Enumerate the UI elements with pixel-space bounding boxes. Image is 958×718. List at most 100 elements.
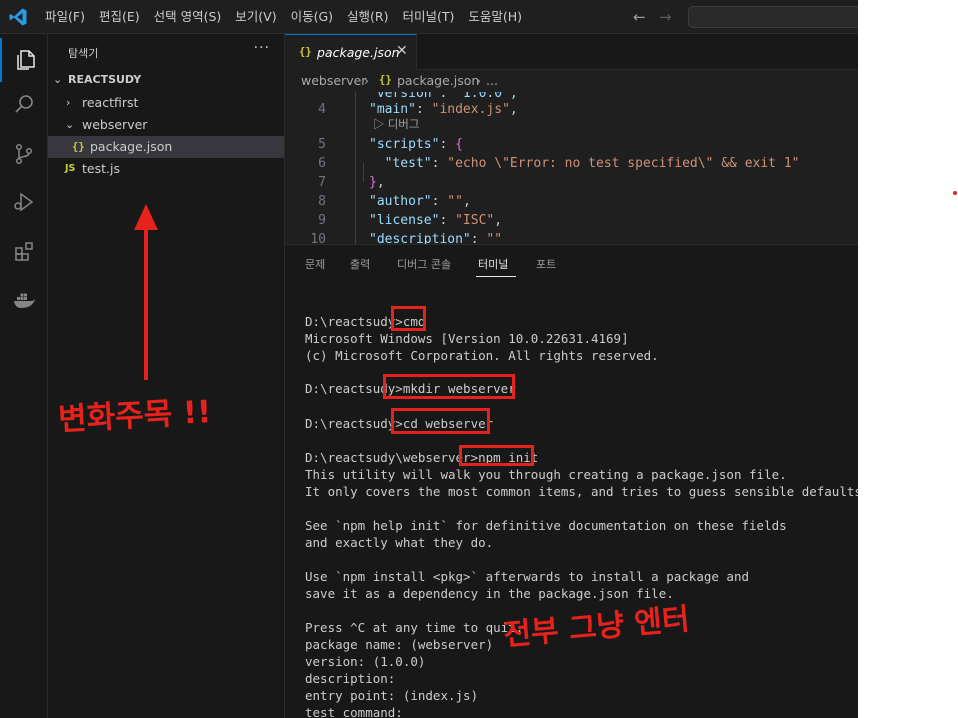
extensions-button[interactable]	[0, 229, 48, 273]
tree-file-package-json[interactable]: {} package.json	[48, 136, 284, 158]
tree-root-reactsudy[interactable]: ⌄ REACTSUDY	[48, 69, 284, 91]
code-line: 6 "test": "echo \"Error: no test specifi…	[285, 154, 858, 173]
back-arrow-icon[interactable]: ←	[633, 8, 646, 26]
highlight-box-mkdir	[383, 374, 515, 399]
forward-arrow-icon[interactable]: →	[659, 8, 672, 26]
code-text: "test": "echo \"Error: no test specified…	[369, 154, 800, 173]
highlight-box-cmd	[391, 306, 426, 331]
terminal-line: and exactly what they do.	[305, 535, 494, 550]
menu-view[interactable]: 보기(V)	[228, 0, 283, 34]
code-token: "description"	[369, 232, 471, 244]
tab-ports[interactable]: 포트	[536, 256, 556, 272]
code-token: :	[470, 232, 487, 244]
code-line: 9 "license": "ISC",	[285, 211, 858, 230]
menu-go[interactable]: 이동(G)	[284, 0, 340, 34]
code-token: ,	[494, 213, 503, 228]
tab-package-json[interactable]: {} package.json ✕	[285, 34, 417, 70]
code-line: 7},	[285, 173, 858, 192]
breadcrumb-more[interactable]: ...	[486, 73, 498, 88]
tree-file-test-js[interactable]: JS test.js	[48, 158, 284, 180]
code-token: "ISC"	[455, 213, 495, 228]
code-token: :	[439, 137, 456, 152]
tree-label: test.js	[82, 161, 120, 176]
chevron-right-icon: ›	[66, 96, 71, 109]
menu-terminal[interactable]: 터미널(T)	[396, 0, 462, 34]
code-token: "main"	[369, 102, 416, 117]
annotation-watch-changes: 변화주목 !!	[57, 394, 213, 438]
tab-problems[interactable]: 문제	[305, 256, 325, 272]
terminal-line: Use `npm install <pkg>` afterwards to in…	[305, 569, 750, 584]
line-number: 5	[318, 137, 326, 152]
breadcrumb: webserver › {} package.json › ...	[285, 70, 858, 92]
line-number: 6	[318, 156, 326, 171]
code-line: 10 "description": ""	[285, 230, 858, 244]
code-text: "main": "index.js",	[369, 100, 518, 119]
chevron-down-icon: ⌄	[53, 73, 63, 86]
code-text: },	[369, 173, 385, 192]
terminal-line: It only covers the most common items, an…	[305, 484, 858, 499]
active-tab-indicator	[476, 276, 516, 277]
terminal-line: version: (1.0.0)	[305, 654, 426, 669]
source-control-button[interactable]	[0, 132, 48, 176]
tab-label: package.json	[317, 45, 400, 60]
terminal-line: See `npm help init` for definitive docum…	[305, 518, 787, 533]
line-number: 7	[318, 175, 326, 190]
search-button[interactable]	[0, 82, 48, 126]
editor-tab-bar: {} package.json ✕	[285, 34, 858, 70]
vscode-window: 파일(F) 편집(E) 선택 영역(S) 보기(V) 이동(G) 실행(R) 터…	[0, 0, 858, 718]
tab-terminal[interactable]: 터미널	[478, 256, 508, 272]
explorer-button[interactable]	[0, 38, 48, 82]
code-token: "test"	[369, 156, 432, 171]
files-icon	[17, 50, 35, 70]
terminal-line: test command:	[305, 705, 403, 718]
chevron-right-icon: ›	[476, 73, 481, 88]
code-token: "scripts"	[369, 137, 440, 152]
code-editor[interactable]: ▷ 디버그 "version": "1.0.0", 4 "main": "index…	[285, 92, 858, 244]
menu-bar: 파일(F) 편집(E) 선택 영역(S) 보기(V) 이동(G) 실행(R) 터…	[38, 0, 529, 34]
command-center-search[interactable]	[688, 6, 858, 28]
tree-folder-webserver[interactable]: ⌄ webserver	[48, 114, 284, 136]
menu-help[interactable]: 도움말(H)	[461, 0, 529, 34]
run-debug-button[interactable]	[0, 180, 48, 224]
code-text: "scripts": {	[369, 135, 463, 154]
search-icon	[15, 95, 33, 113]
menu-selection[interactable]: 선택 영역(S)	[147, 0, 229, 34]
tree-label: webserver	[82, 117, 148, 132]
code-text: "license": "ISC",	[369, 211, 502, 230]
run-debug-icon	[14, 192, 34, 212]
extensions-icon	[15, 242, 33, 261]
breadcrumb-folder[interactable]: webserver	[301, 73, 366, 88]
line-number: 8	[318, 194, 326, 209]
code-token: }	[369, 175, 377, 190]
code-token: :	[439, 213, 456, 228]
docker-whale-icon	[14, 293, 35, 308]
code-line: 4 "main": "index.js",	[285, 100, 858, 119]
terminal-line: Microsoft Windows [Version 10.0.22631.41…	[305, 331, 629, 346]
more-actions-icon[interactable]: ···	[254, 40, 270, 56]
tree-folder-reactfirst[interactable]: › reactfirst	[48, 92, 284, 114]
terminal-line: package name: (webserver)	[305, 637, 494, 652]
vscode-logo-icon	[9, 8, 27, 26]
tree-label: REACTSUDY	[68, 73, 142, 86]
menu-edit[interactable]: 편집(E)	[92, 0, 147, 34]
title-bar: 파일(F) 편집(E) 선택 영역(S) 보기(V) 이동(G) 실행(R) 터…	[0, 0, 858, 34]
code-token: "author"	[369, 194, 432, 209]
source-control-icon	[15, 143, 33, 165]
red-dot-mark	[953, 191, 957, 195]
highlight-box-cd	[391, 408, 490, 434]
code-token: "echo \"Error: no test specified\" && ex…	[447, 156, 800, 171]
close-icon[interactable]: ✕	[396, 43, 408, 59]
tree-label: reactfirst	[82, 95, 139, 110]
code-token: :	[431, 194, 448, 209]
menu-run[interactable]: 실행(R)	[340, 0, 395, 34]
code-token: ,	[462, 194, 471, 209]
activity-bar	[0, 34, 48, 718]
tab-output[interactable]: 출력	[350, 256, 370, 272]
tab-debug-console[interactable]: 디버그 콘솔	[397, 256, 451, 272]
code-text: "description": ""	[369, 230, 502, 244]
highlight-box-npm-init	[459, 445, 534, 466]
breadcrumb-file[interactable]: package.json	[397, 73, 479, 88]
menu-file[interactable]: 파일(F)	[38, 0, 92, 34]
docker-button[interactable]	[0, 278, 48, 322]
chevron-down-icon: ⌄	[65, 118, 75, 131]
